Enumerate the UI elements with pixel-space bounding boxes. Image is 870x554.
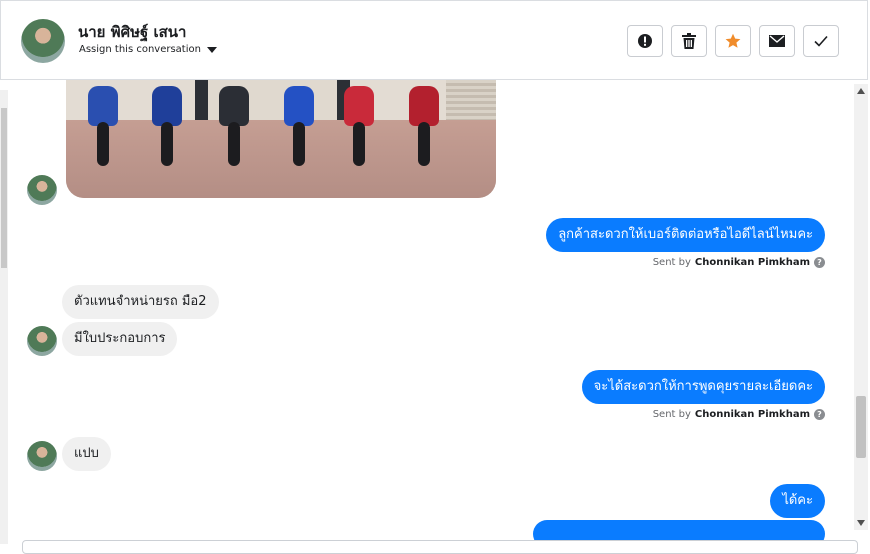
incoming-message: แปบ bbox=[62, 437, 111, 471]
check-icon bbox=[814, 35, 828, 47]
image-motorbike bbox=[144, 82, 190, 166]
sent-by-prefix: Sent by bbox=[652, 257, 691, 268]
outgoing-message: จะได้สะดวกให้การพูดคุยรายละเอียดคะ bbox=[581, 370, 825, 404]
delete-button[interactable] bbox=[671, 25, 707, 57]
scroll-up-arrow-icon[interactable] bbox=[857, 88, 865, 94]
contact-avatar-small bbox=[27, 326, 57, 356]
caret-down-icon bbox=[206, 46, 217, 53]
image-motorbike bbox=[80, 82, 126, 166]
mark-unread-button[interactable] bbox=[759, 25, 795, 57]
spam-icon bbox=[638, 34, 652, 48]
contact-avatar[interactable] bbox=[21, 19, 65, 63]
incoming-message: ตัวแทนจำหน่ายรถ มือ2 bbox=[62, 285, 219, 319]
star-button[interactable] bbox=[715, 25, 751, 57]
contact-avatar-small bbox=[27, 441, 57, 471]
contact-avatar-small bbox=[27, 175, 57, 205]
sent-by-label: Sent by Chonnikan Pimkham ? bbox=[653, 409, 825, 420]
image-shutter bbox=[446, 80, 496, 120]
image-motorbike bbox=[211, 82, 257, 166]
assign-label: Assign this conversation bbox=[79, 44, 201, 55]
assign-conversation-dropdown[interactable]: Assign this conversation bbox=[79, 44, 217, 55]
scroll-thumb[interactable] bbox=[856, 396, 866, 458]
scroll-down-arrow-icon[interactable] bbox=[857, 520, 865, 526]
conversation-header: นาย พิศิษฐ์ เสนา Assign this conversatio… bbox=[0, 0, 868, 80]
sent-by-label: Sent by Chonnikan Pimkham ? bbox=[653, 257, 825, 268]
left-panel-scroll-thumb[interactable] bbox=[1, 108, 7, 268]
message-image[interactable] bbox=[66, 80, 496, 198]
outgoing-message: ได้คะ bbox=[770, 484, 825, 518]
mark-spam-button[interactable] bbox=[627, 25, 663, 57]
message-composer[interactable] bbox=[22, 540, 858, 554]
trash-icon bbox=[682, 33, 696, 49]
image-motorbike bbox=[401, 82, 447, 166]
image-motorbike bbox=[336, 82, 382, 166]
mark-done-button[interactable] bbox=[803, 25, 839, 57]
star-icon bbox=[725, 33, 741, 48]
contact-name[interactable]: นาย พิศิษฐ์ เสนา bbox=[78, 20, 186, 44]
help-icon[interactable]: ? bbox=[814, 257, 825, 268]
envelope-icon bbox=[769, 35, 785, 47]
image-motorbike bbox=[276, 82, 322, 166]
conversation-actions bbox=[627, 25, 839, 57]
help-icon[interactable]: ? bbox=[814, 409, 825, 420]
outgoing-message: ลูกค้าสะดวกให้เบอร์ติดต่อหรือไอดีไลน์ไหม… bbox=[546, 218, 825, 252]
sender-name: Chonnikan Pimkham bbox=[694, 257, 810, 268]
sent-by-prefix: Sent by bbox=[652, 409, 691, 420]
thread-scrollbar[interactable] bbox=[854, 84, 868, 530]
sender-name: Chonnikan Pimkham bbox=[694, 409, 810, 420]
incoming-message: มีใบประกอบการ bbox=[62, 322, 178, 356]
